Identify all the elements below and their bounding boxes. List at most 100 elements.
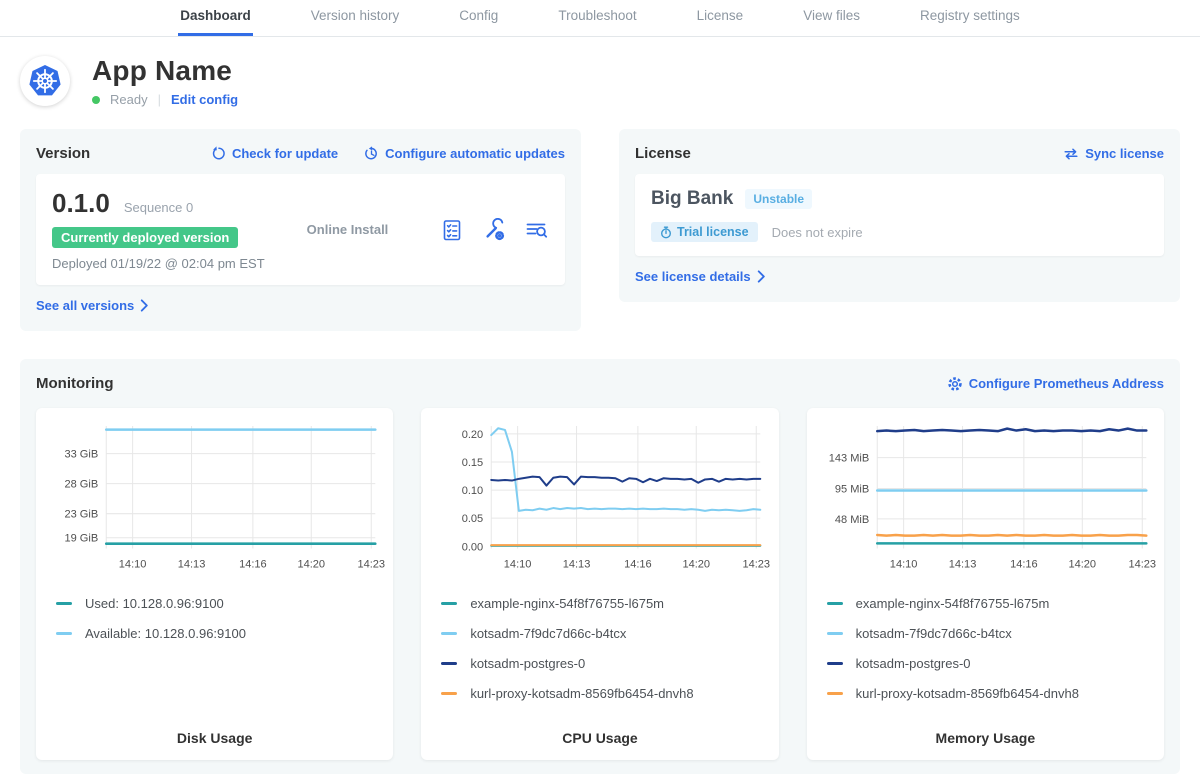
svg-text:14:13: 14:13 <box>563 559 591 571</box>
svg-text:14:10: 14:10 <box>504 559 532 571</box>
legend-label: example-nginx-54f8f76755-l675m <box>856 596 1050 611</box>
app-header: App Name Ready | Edit config <box>20 55 1180 107</box>
legend-item: Used: 10.128.0.96:9100 <box>56 596 373 611</box>
svg-text:143 MiB: 143 MiB <box>828 453 868 465</box>
tab-view-files[interactable]: View files <box>801 0 862 36</box>
svg-text:14:20: 14:20 <box>1068 559 1096 571</box>
view-logs-icon[interactable] <box>524 218 549 242</box>
legend-label: Available: 10.128.0.96:9100 <box>85 626 246 641</box>
svg-text:0.00: 0.00 <box>462 541 483 553</box>
edit-config-gear-icon[interactable] <box>482 218 506 242</box>
svg-text:14:20: 14:20 <box>297 559 325 571</box>
legend-label: Used: 10.128.0.96:9100 <box>85 596 224 611</box>
legend-color-dash <box>441 662 457 665</box>
svg-text:14:23: 14:23 <box>1128 559 1156 571</box>
license-panel: License Sync license Big Bank Unstable <box>619 129 1180 302</box>
app-title-block: App Name Ready | Edit config <box>92 55 238 107</box>
configure-auto-updates-link[interactable]: Configure automatic updates <box>364 146 565 161</box>
legend-color-dash <box>441 632 457 635</box>
charts-grid: 14:10 14:13 14:16 14:20 14:23 33 GiB 28 GiB 23 … <box>36 408 1164 760</box>
svg-text:14:23: 14:23 <box>743 559 771 571</box>
legend-item: kotsadm-postgres-0 <box>441 656 758 671</box>
configure-prometheus-label: Configure Prometheus Address <box>969 376 1164 391</box>
disk-usage-chart: 14:1014:1314:1614:2014:2333 GiB28 GiB23 … <box>44 418 385 579</box>
chart-title: Disk Usage <box>44 716 385 746</box>
tab-dashboard[interactable]: Dashboard <box>178 0 253 36</box>
license-card: Big Bank Unstable Trial license Does not… <box>635 174 1164 256</box>
svg-text:14:16: 14:16 <box>624 559 652 571</box>
trial-license-label: Trial license <box>677 225 749 239</box>
chart-title: Memory Usage <box>815 716 1156 746</box>
tab-license[interactable]: License <box>695 0 746 36</box>
check-for-update-link[interactable]: Check for update <box>211 146 338 161</box>
svg-text:33 GiB: 33 GiB <box>64 449 98 461</box>
svg-text:14:16: 14:16 <box>1010 559 1038 571</box>
sync-license-link[interactable]: Sync license <box>1063 146 1164 161</box>
chevron-right-icon <box>140 299 149 312</box>
svg-text:48 MiB: 48 MiB <box>835 514 869 526</box>
version-info: 0.1.0 Sequence 0 Currently deployed vers… <box>52 188 265 271</box>
svg-text:0.20: 0.20 <box>462 429 483 441</box>
version-number: 0.1.0 <box>52 188 110 219</box>
check-for-update-label: Check for update <box>232 146 338 161</box>
legend-label: kurl-proxy-kotsadm-8569fb6454-dnvh8 <box>856 686 1079 701</box>
svg-text:14:10: 14:10 <box>119 559 147 571</box>
deployed-badge: Currently deployed version <box>52 227 238 248</box>
install-type-label: Online Install <box>307 222 440 237</box>
svg-text:14:23: 14:23 <box>357 559 385 571</box>
license-name: Big Bank <box>651 188 733 210</box>
kubernetes-logo-icon <box>20 56 70 106</box>
legend-color-dash <box>827 602 843 605</box>
configure-auto-updates-label: Configure automatic updates <box>385 146 565 161</box>
legend-label: kotsadm-7f9dc7d66c-b4tcx <box>856 626 1012 641</box>
tab-troubleshoot[interactable]: Troubleshoot <box>556 0 638 36</box>
svg-text:14:13: 14:13 <box>178 559 206 571</box>
see-all-versions-link[interactable]: See all versions <box>36 298 149 313</box>
legend-label: kotsadm-postgres-0 <box>470 656 585 671</box>
tab-version-history[interactable]: Version history <box>309 0 402 36</box>
svg-text:14:10: 14:10 <box>889 559 917 571</box>
edit-config-link[interactable]: Edit config <box>171 92 238 107</box>
svg-text:14:13: 14:13 <box>948 559 976 571</box>
legend-item: example-nginx-54f8f76755-l675m <box>441 596 758 611</box>
trial-license-badge: Trial license <box>651 222 758 242</box>
version-actions <box>440 218 549 242</box>
legend-item: kurl-proxy-kotsadm-8569fb6454-dnvh8 <box>827 686 1144 701</box>
tab-config[interactable]: Config <box>457 0 500 36</box>
legend-color-dash <box>56 602 72 605</box>
legend-label: example-nginx-54f8f76755-l675m <box>470 596 664 611</box>
legend-color-dash <box>827 692 843 695</box>
legend-item: kurl-proxy-kotsadm-8569fb6454-dnvh8 <box>441 686 758 701</box>
gear-icon <box>947 376 963 392</box>
sync-license-label: Sync license <box>1085 146 1164 161</box>
tab-registry-settings[interactable]: Registry settings <box>918 0 1022 36</box>
legend-color-dash <box>441 602 457 605</box>
channel-badge: Unstable <box>745 189 812 209</box>
version-links: Check for update Configure automatic upd… <box>211 146 565 161</box>
disk-usage-chart-card: 14:1014:1314:1614:2014:2333 GiB28 GiB23 … <box>36 408 393 760</box>
chart-title: CPU Usage <box>429 716 770 746</box>
svg-text:28 GiB: 28 GiB <box>64 479 98 491</box>
svg-text:0.10: 0.10 <box>462 485 483 497</box>
sync-icon <box>1063 147 1079 161</box>
license-expiry: Does not expire <box>772 225 863 240</box>
legend-item: kotsadm-postgres-0 <box>827 656 1144 671</box>
svg-text:23 GiB: 23 GiB <box>64 509 98 521</box>
legend-item: Available: 10.128.0.96:9100 <box>56 626 373 641</box>
cpu-usage-chart-card: 14:1014:1314:1614:2014:230.200.150.100.0… <box>421 408 778 760</box>
update-schedule-icon <box>364 146 379 161</box>
preflight-checks-icon[interactable] <box>440 218 464 242</box>
divider: | <box>158 92 161 107</box>
configure-prometheus-link[interactable]: Configure Prometheus Address <box>947 376 1164 392</box>
legend-color-dash <box>827 632 843 635</box>
cards-row: Version Check for update <box>20 129 1180 331</box>
refresh-icon <box>211 146 226 161</box>
legend-label: kurl-proxy-kotsadm-8569fb6454-dnvh8 <box>470 686 693 701</box>
license-panel-head: License Sync license <box>635 145 1164 162</box>
legend-color-dash <box>441 692 457 695</box>
top-nav: Dashboard Version history Config Trouble… <box>0 0 1200 37</box>
chevron-right-icon <box>757 270 766 283</box>
see-license-details-link[interactable]: See license details <box>635 269 766 284</box>
legend-item: example-nginx-54f8f76755-l675m <box>827 596 1144 611</box>
svg-text:0.05: 0.05 <box>462 513 483 525</box>
